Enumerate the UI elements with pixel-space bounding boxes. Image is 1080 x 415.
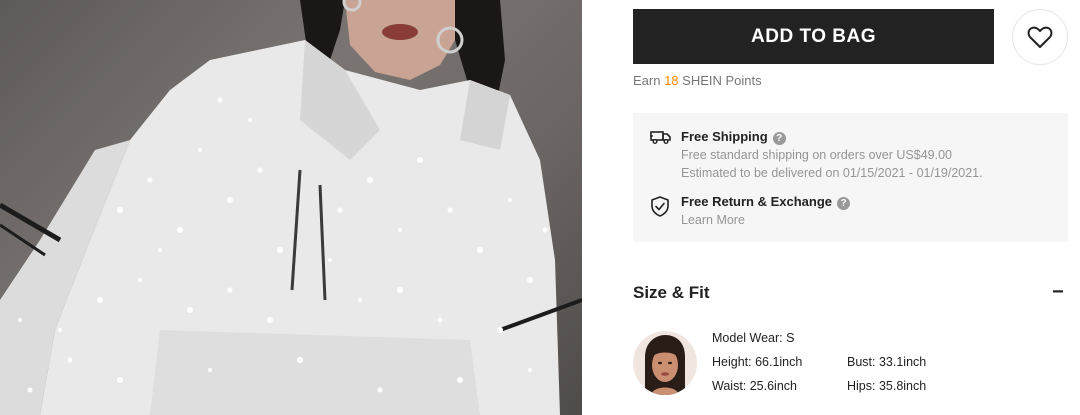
points-prefix: Earn	[633, 73, 665, 88]
free-shipping-label: Free Shipping	[681, 129, 768, 144]
wishlist-button[interactable]	[1012, 9, 1068, 65]
free-return-title: Free Return & Exchange?	[681, 194, 850, 210]
heart-icon	[1027, 26, 1053, 48]
free-shipping-title: Free Shipping?	[681, 129, 786, 145]
help-icon[interactable]: ?	[772, 132, 786, 145]
shield-check-icon	[651, 196, 669, 217]
shipping-threshold-text: Free standard shipping on orders over US…	[681, 148, 952, 162]
truck-icon	[650, 131, 671, 144]
add-to-bag-button[interactable]: ADD TO BAG	[633, 9, 994, 64]
model-waist: Waist: 25.6inch	[712, 379, 797, 393]
model-hips: Hips: 35.8inch	[847, 379, 927, 393]
points-suffix: SHEIN Points	[678, 73, 762, 88]
delivery-estimate-text: Estimated to be delivered on 01/15/2021 …	[681, 166, 983, 180]
model-avatar	[633, 331, 697, 395]
help-icon[interactable]: ?	[837, 197, 850, 210]
size-fit-title[interactable]: Size & Fit	[633, 283, 710, 303]
model-wear-size: Model Wear: S	[712, 331, 795, 345]
collapse-toggle-icon[interactable]: −	[1052, 281, 1064, 304]
product-image[interactable]	[0, 0, 582, 415]
points-value: 18	[664, 73, 679, 88]
free-return-label: Free Return & Exchange	[681, 194, 832, 209]
hoodie-illustration	[0, 0, 582, 415]
model-height: Height: 66.1inch	[712, 355, 803, 369]
learn-more-link[interactable]: Learn More	[681, 213, 745, 227]
model-bust: Bust: 33.1inch	[847, 355, 927, 369]
points-info: Earn 18 SHEIN Points	[633, 73, 762, 88]
shipping-info-panel: Free Shipping? Free standard shipping on…	[633, 113, 1068, 242]
